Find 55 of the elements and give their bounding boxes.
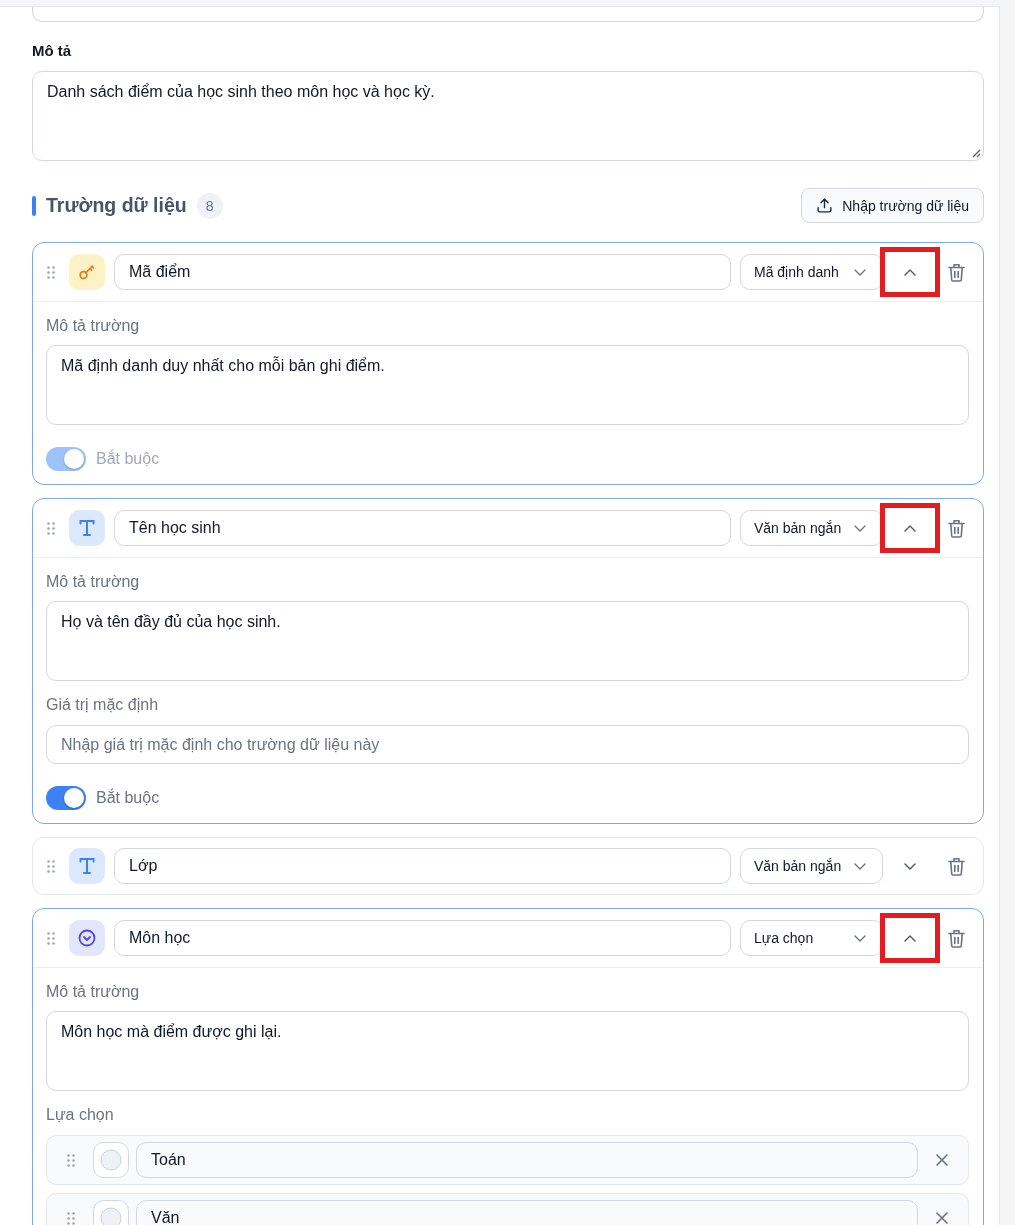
options-label: Lựa chọn: [46, 1105, 115, 1125]
field-name-input[interactable]: Môn học: [114, 920, 731, 956]
field-description-label: Mô tả trường: [46, 572, 141, 592]
default-value-label: Giá trị mặc định: [46, 695, 160, 715]
text-type-icon: [69, 510, 105, 546]
caret-icon: [854, 524, 866, 532]
field-description-label: Mô tả trường: [46, 316, 141, 336]
required-label: Bắt buộc: [96, 789, 160, 807]
key-icon: [69, 254, 105, 290]
upload-icon: [816, 197, 834, 214]
field-name-input[interactable]: Lớp: [114, 848, 731, 884]
required-label: Bắt buộc: [96, 450, 160, 468]
chevron-down-icon: [904, 862, 916, 870]
drag-handle-icon[interactable]: [67, 1211, 75, 1225]
field-count: 8: [196, 192, 223, 219]
field-description-label: Mô tả trường: [46, 982, 141, 1002]
chevron-up-icon: [904, 524, 916, 532]
chevron-up-icon: [904, 934, 916, 942]
drag-handle-icon[interactable]: [47, 859, 55, 873]
import-fields-button[interactable]: Nhập trường dữ liệu: [801, 188, 984, 223]
description-label: Mô tả: [32, 42, 72, 60]
section-title: Trường dữ liệu: [46, 194, 187, 217]
trash-icon: [947, 856, 965, 876]
accent-bar: [32, 195, 36, 216]
trash-icon: [947, 518, 965, 538]
caret-icon: [854, 268, 866, 276]
field-description-input[interactable]: Mã định danh duy nhất cho mỗi bản ghi điểm.: [46, 345, 969, 425]
field-type-select[interactable]: Văn bản ngắn: [740, 510, 883, 546]
field-description-input[interactable]: Môn học mà điểm được ghi lại.: [46, 1011, 969, 1091]
required-toggle[interactable]: [46, 786, 86, 810]
default-value-input[interactable]: Nhập giá trị mặc định cho trường dữ liệu này: [46, 725, 969, 764]
trash-icon: [947, 262, 965, 282]
trash-icon: [947, 928, 965, 948]
field-type-select[interactable]: Văn bản ngắn: [740, 848, 883, 884]
drag-handle-icon[interactable]: [67, 1153, 75, 1167]
field-description-input[interactable]: Họ và tên đầy đủ của học sinh.: [46, 601, 969, 681]
input-field[interactable]: [32, 7, 984, 22]
field-type-select[interactable]: Mã định danh: [740, 254, 883, 290]
drag-handle-icon[interactable]: [47, 521, 55, 535]
caret-icon: [854, 862, 866, 870]
field-type-select[interactable]: Lựa chọn: [740, 920, 883, 956]
text-type-icon: [69, 848, 105, 884]
field-name-input[interactable]: Mã điểm: [114, 254, 731, 290]
caret-icon: [854, 934, 866, 942]
chevron-up-icon: [904, 268, 916, 276]
resize-handle-icon[interactable]: [971, 148, 981, 158]
option-input[interactable]: Văn: [136, 1200, 918, 1225]
drag-handle-icon[interactable]: [47, 931, 55, 945]
description-textarea[interactable]: Danh sách điểm của học sinh theo môn học và học kỳ.: [32, 71, 984, 161]
field-name-input[interactable]: Tên học sinh: [114, 510, 731, 546]
option-input[interactable]: Toán: [136, 1142, 918, 1178]
drag-handle-icon[interactable]: [47, 265, 55, 279]
color-swatch-icon[interactable]: [93, 1142, 129, 1178]
close-icon: [936, 1212, 948, 1224]
close-icon: [936, 1154, 948, 1166]
